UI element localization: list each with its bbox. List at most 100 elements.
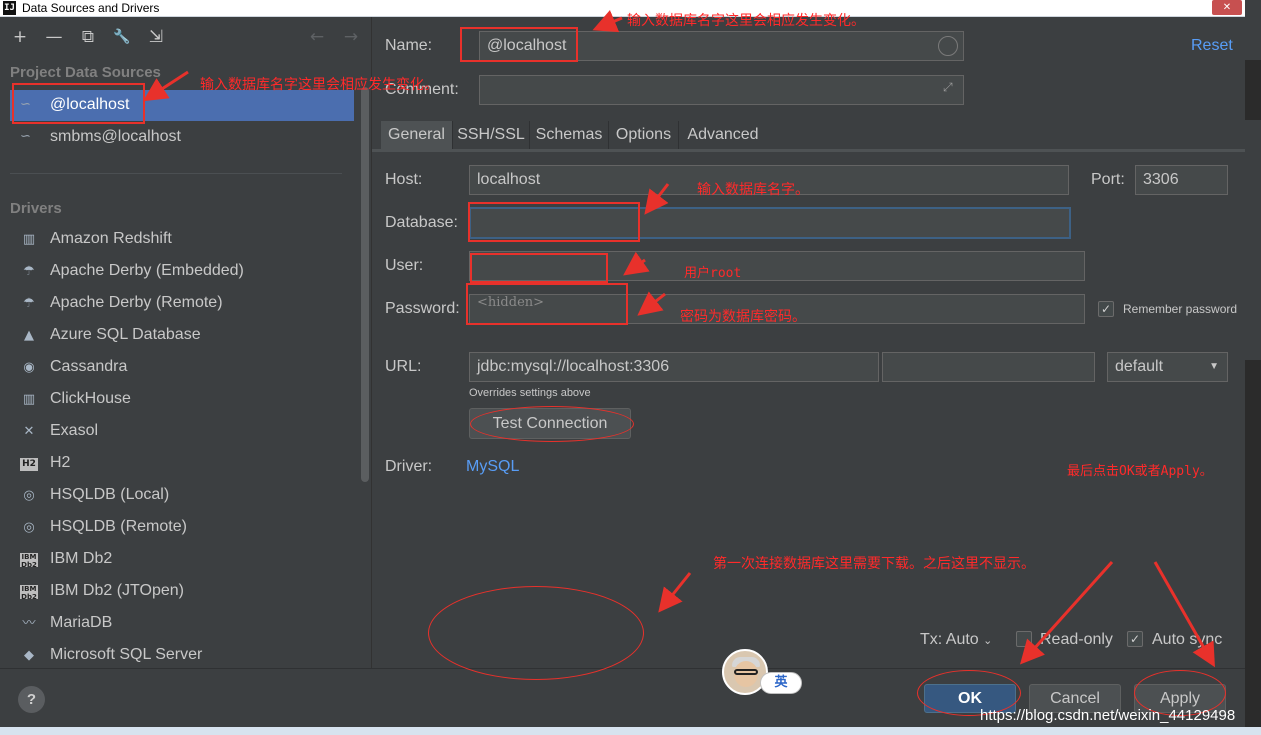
overrides-note: Overrides settings above [469,387,591,399]
window-close-button[interactable]: ✕ [1212,0,1242,15]
arrow-to-name [592,10,623,33]
tab-schemas[interactable]: Schemas [530,121,609,149]
driver-item[interactable]: ◉ Cassandra [20,354,350,382]
url-input[interactable]: jdbc:mysql://localhost:3306 [469,352,879,382]
annotation-ellipse-test-connection [470,406,634,442]
driver-label: Azure SQL Database [50,326,201,343]
copy-data-source-button[interactable]: ⧉ [78,27,98,47]
h2-icon: H2 [20,458,38,471]
navigate-back-button[interactable]: ← [307,27,327,47]
driver-item[interactable]: IBM Db2 IBM Db2 (JTOpen) [20,578,350,606]
redshift-icon: ▥ [22,232,36,247]
url-extra-input[interactable] [882,352,1095,382]
arrow-to-download-area [658,572,692,613]
data-source-item-smbms[interactable]: ∽ smbms@localhost [10,122,354,153]
tab-ssh-ssl[interactable]: SSH/SSL [453,121,530,149]
annotation-database-note: 输入数据库名字。 [697,182,809,198]
mariadb-seal-icon: 〰 [22,616,36,631]
driver-link[interactable]: MySQL [466,458,519,476]
driver-item[interactable]: ☂ Apache Derby (Embedded) [20,258,350,286]
annotation-box-sidebar-item [12,83,145,124]
annotation-download-note: 第一次连接数据库这里需要下载。之后这里不显示。 [713,556,1035,572]
sidebar-divider [10,173,342,174]
annotation-finish-note: 最后点击OK或者Apply。 [1067,464,1213,479]
driver-label: ClickHouse [50,390,131,407]
exasol-icon: ✕ [23,424,35,439]
cassandra-eye-icon: ◉ [23,360,35,375]
tab-general[interactable]: General [381,121,453,149]
annotation-box-name [460,27,578,62]
auto-sync-label: Auto sync [1152,631,1223,648]
hsqldb-icon: ◎ [23,488,35,503]
driver-label: Apache Derby (Remote) [50,294,223,311]
add-data-source-button[interactable]: + [10,27,30,47]
driver-item[interactable]: ▲ Azure SQL Database [20,322,350,350]
driver-item[interactable]: H2 H2 [20,450,350,478]
remember-password-label: Remember password [1123,302,1238,316]
mysql-dolphin-icon: ∽ [20,129,31,144]
tab-options[interactable]: Options [609,121,679,149]
name-color-circle-icon[interactable] [938,36,958,56]
driver-item[interactable]: 〰 MariaDB [20,610,350,638]
hsqldb-icon: ◎ [23,520,35,535]
tabs-underline [372,149,1245,152]
ibm-db2-icon: IBM Db2 [20,585,38,601]
port-input[interactable]: 3306 [1135,165,1228,195]
read-only-checkbox[interactable] [1016,631,1032,647]
tab-advanced[interactable]: Advanced [679,121,767,149]
reset-link[interactable]: Reset [1191,37,1233,55]
user-label: User: [385,257,424,274]
window-title: Data Sources and Drivers [22,1,160,15]
port-label: Port: [1091,171,1125,188]
window-bottom-border [0,727,1261,735]
driver-item[interactable]: ◎ HSQLDB (Local) [20,482,350,510]
properties-wrench-icon[interactable]: 🔧 [112,27,132,47]
url-mode-dropdown[interactable]: default ▼ [1107,352,1228,382]
comment-input[interactable] [479,75,964,105]
import-data-source-button[interactable]: ⇲ [146,27,166,47]
transaction-mode-dropdown[interactable]: Tx: Auto ⌄ [920,631,992,649]
driver-item[interactable]: ▥ Amazon Redshift [20,226,350,254]
sidebar-scrollbar[interactable] [361,87,369,482]
driver-label: HSQLDB (Local) [50,486,170,503]
driver-label: HSQLDB (Remote) [50,518,187,535]
expand-comment-icon[interactable]: ⤢ [943,80,959,96]
data-source-label: smbms@localhost [50,128,181,145]
derby-hat-icon: ☂ [23,296,35,311]
help-button[interactable]: ? [18,686,45,713]
chevron-down-icon: ▼ [1209,361,1219,372]
annotation-box-database [468,202,640,242]
drivers-header: Drivers [10,200,62,217]
annotation-box-password [466,283,628,325]
ibm-db2-icon: IBM Db2 [20,553,38,569]
remember-password-checkbox[interactable]: ✓ [1098,301,1114,317]
driver-label: IBM Db2 [50,550,113,567]
chevron-down-icon: ⌄ [983,635,993,647]
driver-label: Cassandra [50,358,128,375]
driver-label: Apache Derby (Embedded) [50,262,244,279]
window-titlebar: IJ Data Sources and Drivers ✕ [0,0,1245,17]
driver-item[interactable]: ✕ Exasol [20,418,350,446]
annotation-name-note: 输入数据库名字这里会相应发生变化。 [627,13,865,29]
url-label: URL: [385,358,422,375]
annotation-ellipse-download-area [428,586,644,680]
read-only-label: Read-only [1040,631,1113,648]
navigate-forward-button[interactable]: → [341,27,361,47]
annotation-user-note: 用户root [684,266,742,281]
annotation-box-user [470,253,608,283]
derby-hat-icon: ☂ [23,264,35,279]
remove-data-source-button[interactable]: — [44,27,64,47]
database-label: Database: [385,214,458,231]
clickhouse-icon: ▥ [22,392,36,407]
driver-item[interactable]: ☂ Apache Derby (Remote) [20,290,350,318]
driver-label: Exasol [50,422,99,439]
driver-item[interactable]: ◎ HSQLDB (Remote) [20,514,350,542]
driver-item[interactable]: ▥ ClickHouse [20,386,350,414]
auto-sync-checkbox[interactable]: ✓ [1127,631,1143,647]
project-data-sources-header: Project Data Sources [10,64,161,81]
driver-label: Microsoft SQL Server [50,646,203,663]
driver-item[interactable]: IBM Db2 IBM Db2 [20,546,350,574]
driver-label: Amazon Redshift [50,230,172,247]
driver-item[interactable]: ◆ Microsoft SQL Server [20,642,350,670]
ime-language-indicator[interactable]: 英 [760,672,802,694]
